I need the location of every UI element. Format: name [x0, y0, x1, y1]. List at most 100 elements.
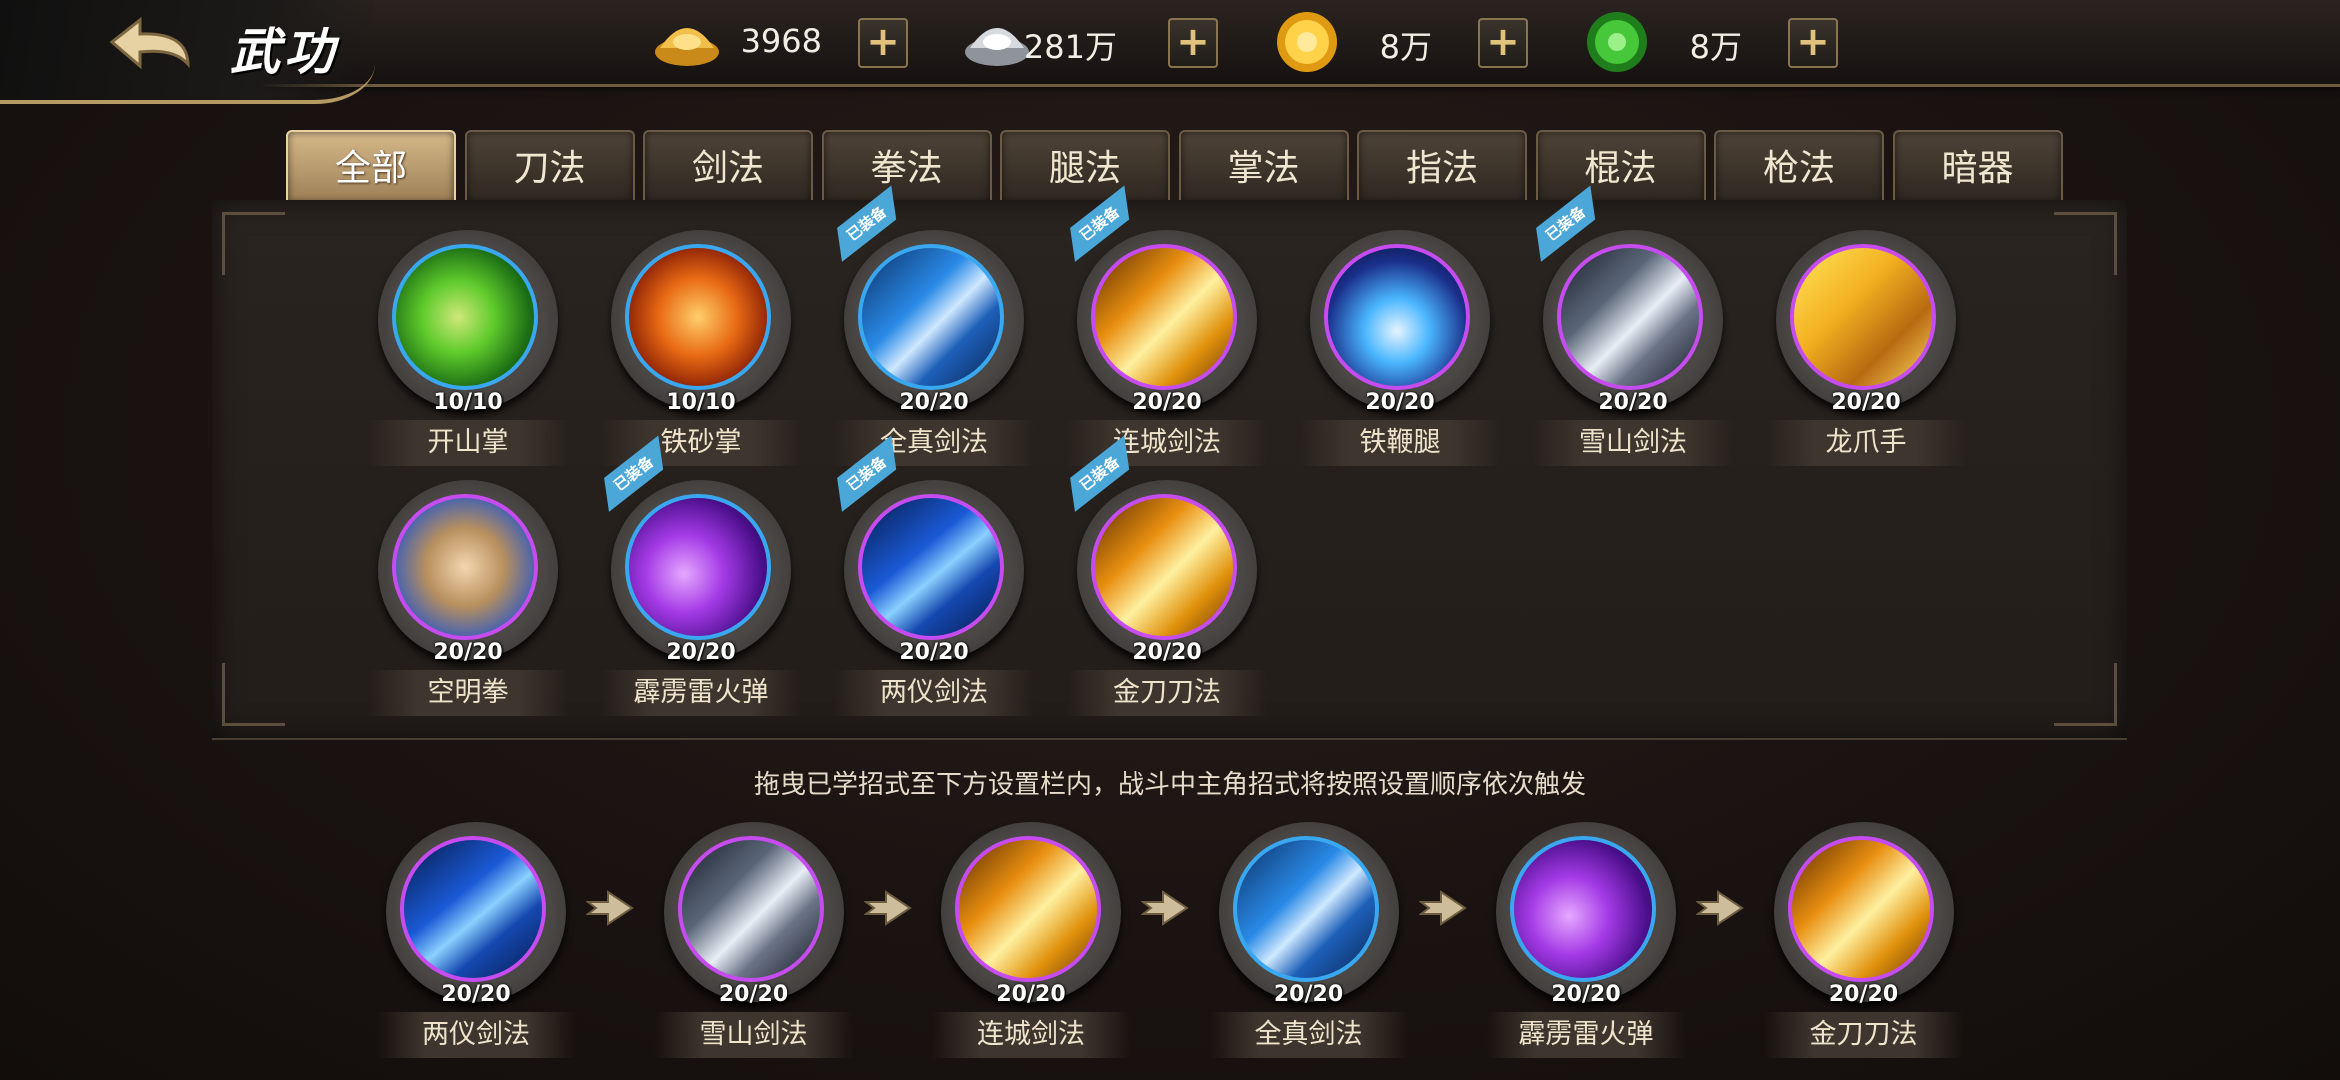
skill-level: 20/20: [899, 640, 969, 665]
skill-icon: [1557, 244, 1703, 390]
back-arrow-icon: [109, 16, 190, 70]
skill-name: 霹雳雷火弹: [601, 670, 801, 716]
panel-corner-ornament: [2054, 212, 2117, 275]
skill-level: 20/20: [433, 640, 503, 665]
sequence-skill-card[interactable]: 20/20 霹雳雷火弹: [1486, 822, 1686, 1062]
green-jade-value: 8万: [1689, 28, 1742, 66]
skill-icon: [858, 494, 1004, 640]
skill-level: 20/20: [899, 390, 969, 415]
tab-9[interactable]: 暗器: [1892, 130, 2063, 202]
skill-icon: [625, 244, 771, 390]
tab-2[interactable]: 剑法: [643, 130, 813, 202]
skill-icon: [1091, 244, 1237, 390]
skill-icon: [677, 836, 824, 982]
skill-name: 雪山剑法: [1533, 420, 1733, 466]
skill-level: 20/20: [1132, 390, 1202, 415]
skill-level: 10/10: [433, 390, 503, 415]
instruction-text: 拖曳已学招式至下方设置栏内，战斗中主角招式将按照设置顺序依次触发: [753, 770, 1586, 800]
skill-icon-frame: [844, 230, 1024, 410]
skill-icon-frame: [1077, 230, 1257, 410]
skill-name: 雪山剑法: [653, 1012, 854, 1058]
skill-level: 20/20: [1831, 390, 1901, 415]
add-silver-ingot-button[interactable]: +: [1168, 18, 1218, 68]
skill-icon: [858, 244, 1004, 390]
skill-name: 全真剑法: [1208, 1012, 1409, 1058]
skill-level: 20/20: [1132, 640, 1202, 665]
skill-level: 20/20: [1365, 390, 1435, 415]
add-gold-ingot-button[interactable]: +: [858, 18, 908, 68]
tab-4[interactable]: 腿法: [1000, 130, 1170, 202]
sequence-skill-card[interactable]: 20/20 全真剑法: [1208, 822, 1409, 1062]
sequence-arrow-icon: [1695, 888, 1746, 928]
tab-0[interactable]: 全部: [286, 130, 456, 202]
skill-icon-frame: [386, 822, 566, 1002]
skill-level: 20/20: [1551, 982, 1621, 1007]
skill-icon-frame: [844, 480, 1024, 660]
skill-icon: [1787, 836, 1934, 982]
skill-name: 两仪剑法: [376, 1012, 576, 1058]
sequence-arrow-icon: [862, 888, 914, 928]
skill-name: 金刀刀法: [1763, 1012, 1964, 1058]
learned-skill-card[interactable]: 已装备 20/20 霹雳雷火弹: [601, 480, 801, 720]
learned-skill-card[interactable]: 已装备 20/20 金刀刀法: [1067, 480, 1267, 720]
panel-corner-ornament: [2054, 663, 2117, 726]
skill-name: 开山掌: [368, 420, 568, 466]
skill-name: 龙爪手: [1766, 420, 1966, 466]
skill-name: 铁鞭腿: [1300, 420, 1500, 466]
skill-icon: [1510, 836, 1656, 982]
learned-skill-card[interactable]: 已装备 20/20 连城剑法: [1067, 230, 1267, 470]
gold-ingot-value: 3968: [740, 22, 822, 60]
skill-icon-frame: [1077, 480, 1257, 660]
skill-icon-frame: [663, 822, 844, 1002]
sequence-arrow-icon: [1417, 888, 1469, 928]
skill-icon: [1232, 836, 1379, 982]
tab-3[interactable]: 拳法: [821, 130, 992, 202]
skill-level: 20/20: [718, 982, 789, 1007]
silver-ingot-value: 281万: [1023, 28, 1117, 66]
sequence-skill-card[interactable]: 20/20 金刀刀法: [1763, 822, 1964, 1062]
sequence-skill-card[interactable]: 20/20 连城剑法: [931, 822, 1131, 1062]
skill-icon: [392, 244, 538, 390]
panel-corner-ornament: [222, 663, 285, 726]
panel-corner-ornament: [222, 212, 285, 275]
learned-skill-card[interactable]: 20/20 龙爪手: [1766, 230, 1966, 470]
tab-6[interactable]: 指法: [1357, 130, 1527, 202]
title-plate: 武功: [0, 0, 375, 104]
skill-name: 金刀刀法: [1067, 670, 1267, 716]
back-button[interactable]: [92, 12, 202, 82]
skill-icon: [392, 494, 538, 640]
skill-icon: [400, 836, 546, 982]
learned-skill-card[interactable]: 已装备 20/20 雪山剑法: [1533, 230, 1733, 470]
skill-icon-frame: [1218, 822, 1399, 1002]
skill-name: 霹雳雷火弹: [1486, 1012, 1686, 1058]
tab-7[interactable]: 棍法: [1535, 130, 1706, 202]
sequence-arrow-icon: [1140, 888, 1191, 928]
skill-icon-frame: [611, 230, 791, 410]
skill-icon: [1091, 494, 1237, 640]
skill-icon-frame: [941, 822, 1121, 1002]
skill-icon: [1324, 244, 1470, 390]
tab-5[interactable]: 掌法: [1178, 130, 1349, 202]
sequence-skill-card[interactable]: 20/20 雪山剑法: [653, 822, 854, 1062]
skill-icon-frame: [1310, 230, 1490, 410]
tab-1[interactable]: 刀法: [464, 130, 635, 202]
learned-skill-card[interactable]: 10/10 铁砂掌: [601, 230, 801, 470]
tab-8[interactable]: 枪法: [1714, 130, 1884, 202]
skill-icon-frame: [1543, 230, 1723, 410]
add-green-jade-button[interactable]: +: [1788, 18, 1838, 68]
learned-skill-card[interactable]: 已装备 20/20 两仪剑法: [834, 480, 1034, 720]
learned-skill-card[interactable]: 10/10 开山掌: [368, 230, 568, 470]
skill-icon: [1790, 244, 1936, 390]
skill-name: 连城剑法: [931, 1012, 1131, 1058]
sequence-skill-card[interactable]: 20/20 两仪剑法: [376, 822, 576, 1062]
skill-level: 20/20: [441, 982, 511, 1007]
skill-level: 20/20: [1598, 390, 1668, 415]
add-gold-coin-button[interactable]: +: [1478, 18, 1528, 68]
learned-skill-card[interactable]: 20/20 铁鞭腿: [1300, 230, 1500, 470]
learned-skill-card[interactable]: 已装备 20/20 全真剑法: [834, 230, 1034, 470]
skill-icon-frame: [1773, 822, 1954, 1002]
learned-skill-card[interactable]: 20/20 空明拳: [368, 480, 568, 720]
skill-icon-frame: [378, 230, 558, 410]
skill-name: 两仪剑法: [834, 670, 1034, 716]
skill-icon-frame: [1776, 230, 1956, 410]
